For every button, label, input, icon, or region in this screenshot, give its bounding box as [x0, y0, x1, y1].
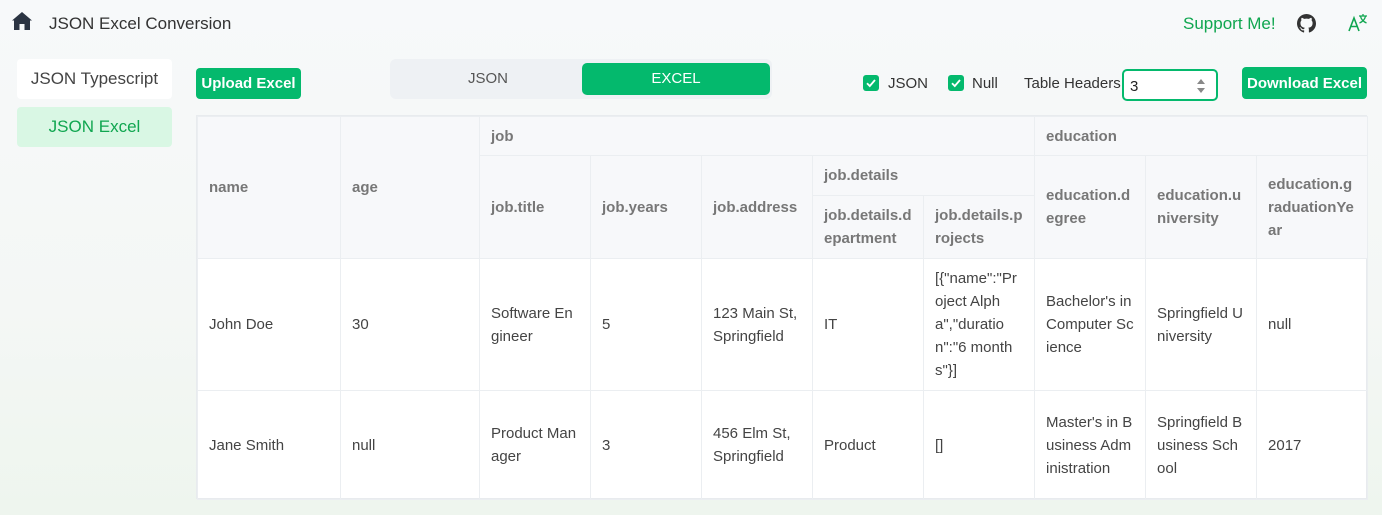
null-checkbox-label: Null: [972, 75, 998, 92]
json-checkbox[interactable]: [863, 75, 879, 91]
header-education-degree: education.degree: [1034, 155, 1147, 259]
header-job-details: job.details: [811, 155, 1036, 196]
segment-excel[interactable]: EXCEL: [582, 63, 770, 95]
cell: 123 Main St, Springfield: [701, 258, 813, 391]
upload-excel-button[interactable]: Upload Excel: [196, 68, 301, 99]
segment-json[interactable]: JSON: [394, 63, 582, 95]
cell: 5: [590, 258, 702, 391]
sidebar: JSON Typescript JSON Excel: [17, 59, 172, 155]
table-row: Jane Smith null Product Manager 3 456 El…: [197, 390, 1369, 500]
cell: Software Engineer: [479, 258, 591, 391]
cell: Springfield Business School: [1145, 390, 1258, 500]
header-job-details-projects: job.details.projects: [922, 195, 1036, 259]
cell: Jane Smith: [197, 390, 341, 500]
cell: 3: [590, 390, 702, 500]
table-headers-stepper[interactable]: [1122, 69, 1218, 101]
cell: John Doe: [197, 258, 341, 391]
cell: null: [340, 390, 480, 500]
cell: Bachelor's in Computer Science: [1034, 258, 1147, 391]
cell: [{"name":"Project Alpha","duration":"6 m…: [922, 258, 1036, 391]
translate-icon[interactable]: [1348, 13, 1368, 33]
header-job-details-department: job.details.department: [812, 195, 924, 259]
data-table: name age job education job.title job.yea…: [196, 115, 1369, 500]
json-checkbox-label: JSON: [888, 75, 929, 92]
cell: []: [922, 390, 1036, 500]
header-job: job: [478, 116, 1036, 156]
cell: 456 Elm St, Springfield: [701, 390, 813, 500]
cell: 2017: [1256, 390, 1369, 500]
header-education-university: education.university: [1145, 155, 1258, 259]
header-age: age: [340, 116, 480, 259]
download-excel-button[interactable]: Download Excel: [1242, 67, 1367, 99]
github-icon[interactable]: [1297, 14, 1316, 33]
header-job-years: job.years: [590, 155, 702, 259]
header-education-graduation-year: education.graduationYear: [1256, 155, 1369, 259]
cell: 30: [340, 258, 480, 391]
mode-segmented-control: JSON EXCEL: [390, 59, 772, 99]
cell: null: [1256, 258, 1369, 391]
app-title: JSON Excel Conversion: [49, 14, 232, 33]
cell: IT: [812, 258, 924, 391]
null-checkbox[interactable]: [948, 75, 964, 91]
table-row: John Doe 30 Software Engineer 5 123 Main…: [197, 258, 1369, 391]
cell: Master's in Business Administration: [1034, 390, 1147, 500]
stepper-arrows-icon[interactable]: [1196, 76, 1206, 96]
header-name: name: [197, 116, 341, 259]
header-job-address: job.address: [701, 155, 813, 259]
cell: Springfield University: [1145, 258, 1258, 391]
support-link[interactable]: Support Me!: [1183, 14, 1276, 34]
home-icon[interactable]: [11, 11, 33, 31]
header-job-title: job.title: [479, 155, 591, 259]
top-bar: JSON Excel Conversion Support Me!: [0, 0, 1382, 48]
sidebar-item-json-excel[interactable]: JSON Excel: [17, 107, 172, 147]
header-education: education: [1034, 116, 1369, 156]
cell: Product Manager: [479, 390, 591, 500]
table-headers-label: Table Headers: [1024, 75, 1121, 92]
sidebar-item-json-typescript[interactable]: JSON Typescript: [17, 59, 172, 99]
table-headers-input[interactable]: [1130, 77, 1190, 95]
cell: Product: [812, 390, 924, 500]
